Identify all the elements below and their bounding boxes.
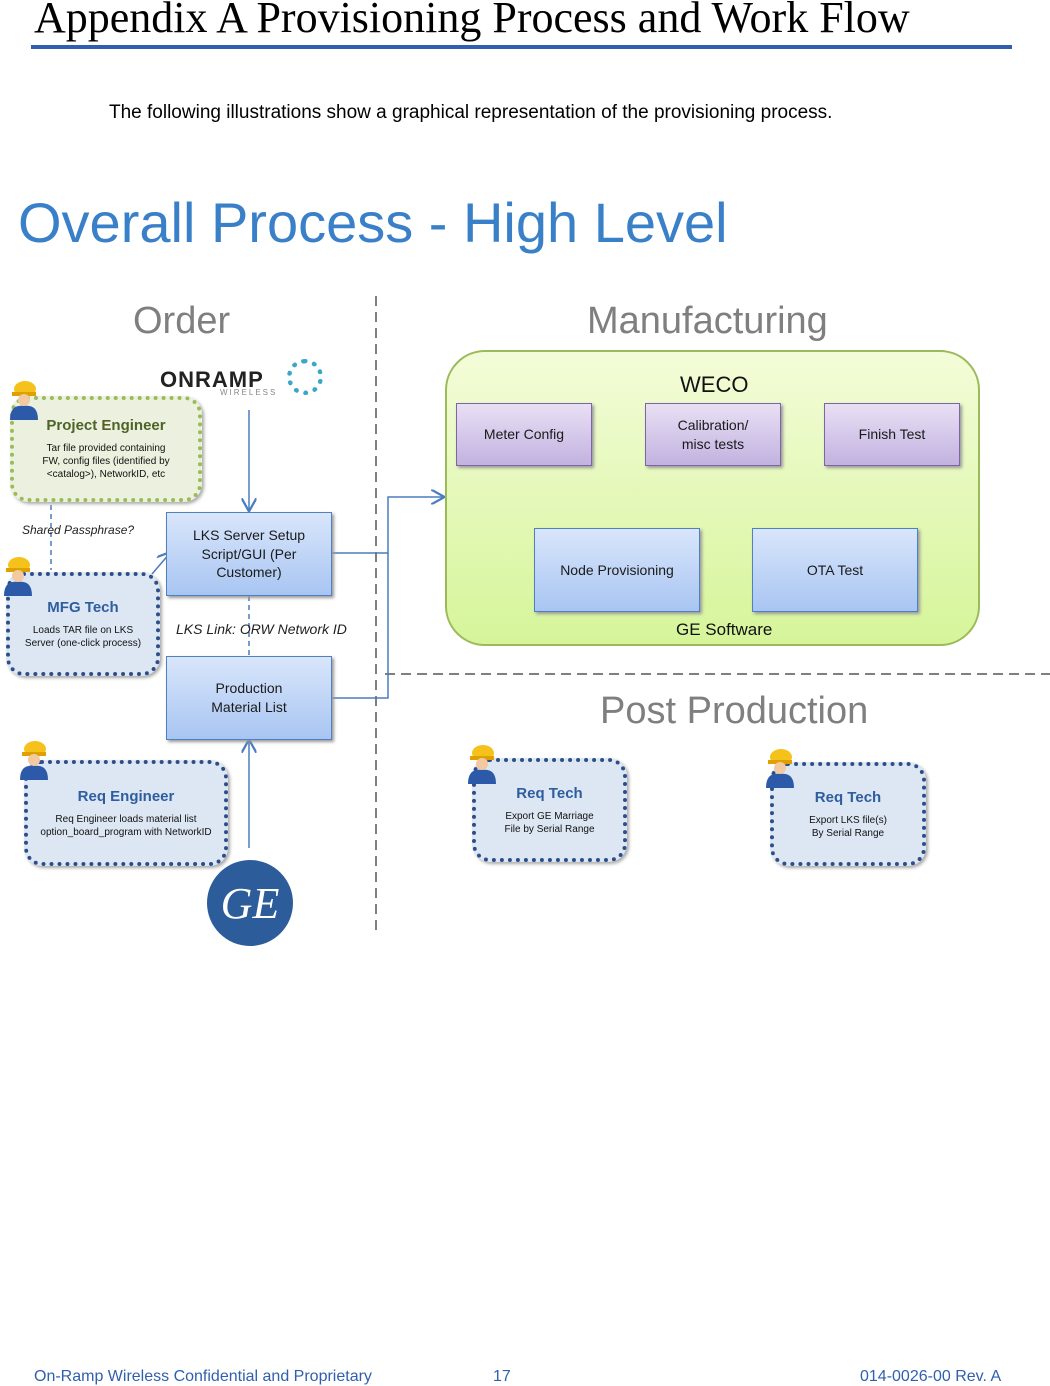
ge-logo: GE [207, 860, 293, 946]
box-label: Production Material List [211, 680, 287, 715]
role-title: Req Tech [516, 784, 583, 802]
lks-link-label: LKS Link: ORW Network ID [176, 621, 347, 637]
ota-test-box: OTA Test [752, 528, 918, 612]
role-title: Req Engineer [77, 787, 175, 805]
role-desc: Loads TAR file on LKS Server (one-click … [24, 624, 142, 649]
role-desc: Export LKS file(s) By Serial Range [809, 814, 887, 839]
passphrase-label: Shared Passphrase? [22, 523, 135, 537]
box-label: LKS Server Setup Script/GUI (Per Custome… [192, 526, 306, 581]
role-req-engineer: Req Engineer Req Engineer loads material… [24, 760, 228, 866]
connector-lines [50, 296, 1050, 930]
ge-software-label: GE Software [676, 620, 773, 639]
calibration-box: Calibration/ misc tests [645, 403, 781, 466]
role-desc: Export GE Marriage File by Serial Range [504, 810, 595, 835]
onramp-logo-sub: WIRELESS [220, 388, 278, 397]
meter-config-box: Meter Config [456, 403, 592, 466]
weco-label: WECO [680, 372, 749, 397]
worker-icon [766, 749, 794, 788]
role-title: Project Engineer [46, 417, 166, 434]
worker-icon [20, 741, 48, 780]
worker-icon [468, 745, 496, 784]
role-title: MFG Tech [47, 598, 119, 616]
role-desc: Tar file provided containing FW, config … [42, 443, 170, 480]
production-material-list-box: Production Material List [166, 656, 332, 740]
finish-test-box: Finish Test [824, 403, 960, 466]
role-title: Req Tech [814, 788, 882, 806]
node-provisioning-box: Node Provisioning [534, 528, 700, 612]
worker-icon [10, 381, 38, 420]
lks-server-setup-box: LKS Server Setup Script/GUI (Per Custome… [166, 512, 332, 596]
onramp-ring-icon [287, 359, 323, 395]
role-project-engineer: Project Engineer Tar file provided conta… [10, 396, 202, 502]
footer-doc-number: 014-0026-00 Rev. A [860, 1368, 1002, 1385]
worker-icon [4, 557, 32, 596]
footer-confidential: On-Ramp Wireless Confidential and Propri… [34, 1368, 372, 1385]
footer-page-number: 17 [493, 1368, 511, 1385]
role-desc: Req Engineer loads material list option_… [40, 813, 212, 838]
box-label: Calibration/ misc tests [677, 416, 749, 452]
